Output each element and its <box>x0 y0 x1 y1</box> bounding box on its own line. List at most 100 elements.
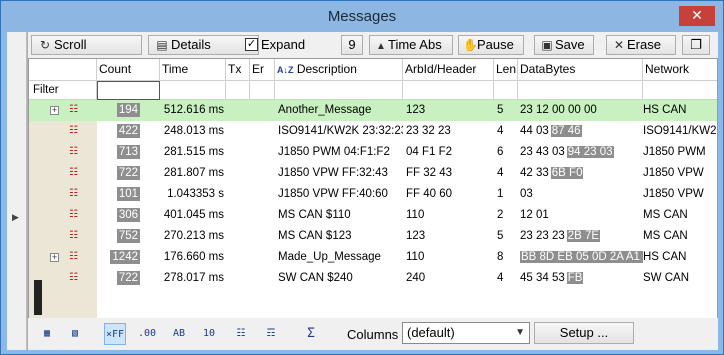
decode-icon[interactable]: ☷ <box>230 323 252 345</box>
message-row[interactable]: ☷ 713 281.515 ms J1850 PWM 04:F1:F2 04 F1 F2… <box>29 142 717 163</box>
pause-button[interactable]: ✋Pause <box>458 35 524 55</box>
time-cell: 278.017 ms <box>163 272 224 284</box>
close-button[interactable]: ✕ <box>679 6 715 26</box>
message-row[interactable]: + ☷ 194 512.616 ms Another_Message 123 5 23 12 … <box>29 100 717 121</box>
message-row[interactable]: ☷ 422 248.013 ms ISO9141/KW2K 23:32:23 23 32… <box>29 121 717 142</box>
column-header-description[interactable]: A↓Z Description <box>275 59 403 81</box>
erase-button[interactable]: ✕ Erase <box>606 35 676 55</box>
databytes-cell: 23 43 03 94 23 03 <box>520 142 643 163</box>
filter-input-er[interactable] <box>250 81 275 100</box>
count-badge: 194 <box>116 103 140 117</box>
count-badge: 713 <box>116 145 140 159</box>
len-cell: 4 <box>497 272 504 284</box>
filter-input-databytes[interactable] <box>518 81 643 100</box>
time-cell: 248.013 ms <box>163 125 224 137</box>
arbid-cell: 04 F1 F2 <box>406 146 453 158</box>
chevron-down-icon: ▼ <box>515 327 525 338</box>
filter-input-count[interactable] <box>97 81 160 100</box>
expand-row-icon[interactable]: + <box>50 106 59 115</box>
hex-format-button[interactable]: ×FF <box>104 323 126 345</box>
message-grid[interactable]: Count Time Tx Er A↓Z Description ArbId/H… <box>28 58 718 326</box>
column-header-databytes[interactable]: DataBytes <box>518 59 643 81</box>
databytes-cell: 23 23 23 2B 7E <box>520 226 643 247</box>
expand-tree-icon[interactable]: ▧ <box>64 323 86 345</box>
arbid-cell: 110 <box>406 209 425 221</box>
message-row[interactable]: ☷ 752 270.213 ms MS CAN $123 123 5 23 23 23 2B … <box>29 226 717 247</box>
filter-input-len[interactable] <box>494 81 518 100</box>
nine-button[interactable]: 9 <box>341 35 363 55</box>
filter-input-description[interactable] <box>275 81 403 100</box>
databytes-plain: 23 43 03 <box>520 146 565 158</box>
count-cell: 194 <box>97 100 160 121</box>
count-cell: 101 <box>97 184 160 205</box>
ascii-format-button[interactable]: AB <box>168 323 190 345</box>
count-badge: 306 <box>116 208 140 222</box>
time-cell: 176.660 ms <box>163 251 224 263</box>
filter-input-network[interactable] <box>643 81 717 100</box>
description-cell: ISO9141/KW2K 23:32:23 <box>278 125 403 137</box>
column-header-count[interactable]: Count <box>97 59 160 81</box>
expand-row-icon[interactable]: + <box>50 253 59 262</box>
description-cell: Made_Up_Message <box>278 251 381 263</box>
message-row[interactable]: ☷ 101 1.043353 s J1850 VPW FF:40:60 FF 40 60… <box>29 184 717 205</box>
message-row[interactable]: ☷ 306 401.045 ms MS CAN $110 110 2 12 01 MS CAN <box>29 205 717 226</box>
message-row[interactable]: ☷ 722 278.017 ms SW CAN $240 240 4 45 34 53 FB S… <box>29 268 717 289</box>
databytes-cell: BB 8D EB 05 0D 2A A1 81 <box>520 247 643 268</box>
side-collapse-strip[interactable]: ▶ <box>7 32 27 350</box>
column-header-time[interactable]: Time <box>160 59 226 81</box>
databytes-plain: 44 03 <box>520 125 549 137</box>
time-abs-label: Time Abs <box>388 37 442 52</box>
base10-format-button[interactable]: 10 <box>198 323 220 345</box>
messages-window: Messages ✕ ▶ ↻ Scroll ▤ Details ✓ Expand 9… <box>0 0 724 355</box>
window-title: Messages <box>327 8 397 25</box>
time-cell: 270.213 ms <box>163 230 224 242</box>
title-bar[interactable]: Messages ✕ <box>1 1 723 31</box>
decimal-format-button[interactable]: .00 <box>136 323 158 345</box>
filter-row: Filter <box>29 81 717 100</box>
message-row[interactable]: ☷ 722 281.807 ms J1850 VPW FF:32:43 FF 32 43… <box>29 163 717 184</box>
message-node-icon: ☷ <box>69 209 78 220</box>
time-sort-icon: ▲ <box>376 41 386 52</box>
filter-input-tx[interactable] <box>226 81 250 100</box>
windows-button[interactable]: ❐ <box>682 35 710 55</box>
toolbar: ↻ Scroll ▤ Details ✓ Expand 9 ▲ Time Abs ✋P… <box>28 32 718 58</box>
message-row[interactable]: + ☷ 1242 176.660 ms Made_Up_Message 110 8 BB 8D… <box>29 247 717 268</box>
count-cell: 722 <box>97 268 160 289</box>
description-cell: J1850 VPW FF:40:60 <box>278 188 388 200</box>
decode-alt-icon[interactable]: ☶ <box>260 323 282 345</box>
arbid-cell: 123 <box>406 104 426 116</box>
column-header-er[interactable]: Er <box>250 59 275 81</box>
column-header-tx[interactable]: Tx <box>226 59 250 81</box>
expand-checkbox[interactable]: ✓ <box>245 38 258 51</box>
column-header-network[interactable]: Network <box>643 59 717 81</box>
scroll-button[interactable]: ↻ Scroll <box>31 35 142 55</box>
databytes-plain: 12 01 <box>520 209 549 221</box>
arbid-cell: 110 <box>406 251 425 263</box>
setup-button[interactable]: Setup ... <box>534 322 634 344</box>
description-cell: J1850 PWM 04:F1:F2 <box>278 146 390 158</box>
sum-button[interactable]: Σ <box>300 323 322 345</box>
filter-input-arbid[interactable] <box>403 81 494 100</box>
pause-label: Pause <box>477 37 514 52</box>
column-header-len[interactable]: Len <box>494 59 518 81</box>
columns-select[interactable]: (default) ▼ <box>402 322 530 344</box>
filter-input-time[interactable] <box>160 81 226 100</box>
time-cell: 281.807 ms <box>163 167 224 179</box>
description-cell: Another_Message <box>278 104 372 116</box>
databytes-plain: 42 33 <box>520 167 549 179</box>
description-cell: J1850 VPW FF:32:43 <box>278 167 388 179</box>
len-cell: 5 <box>497 230 504 242</box>
count-badge: 101 <box>116 187 140 201</box>
description-cell: MS CAN $110 <box>278 209 351 221</box>
description-cell: MS CAN $123 <box>278 230 352 242</box>
time-abs-button[interactable]: ▲ Time Abs <box>369 35 453 55</box>
column-header-arbid[interactable]: ArbId/Header <box>403 59 494 81</box>
tree-view-icon[interactable]: ▦ <box>36 323 58 345</box>
save-button[interactable]: ▣ Save <box>534 35 594 55</box>
count-cell: 713 <box>97 142 160 163</box>
details-button[interactable]: ▤ Details <box>148 35 259 55</box>
network-cell: J1850 VPW <box>643 167 704 179</box>
databytes-plain: 03 <box>520 188 533 200</box>
scroll-label: Scroll <box>54 37 87 52</box>
message-node-icon: ☷ <box>69 251 78 262</box>
